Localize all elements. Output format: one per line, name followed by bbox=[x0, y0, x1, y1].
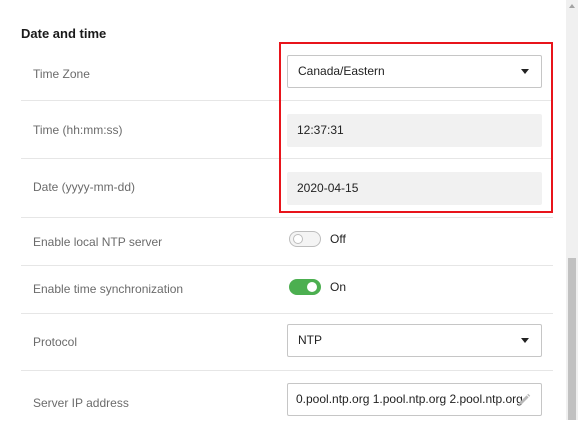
caret-down-icon bbox=[521, 69, 529, 74]
pencil-icon[interactable] bbox=[517, 393, 531, 407]
time-value: 12:37:31 bbox=[297, 123, 344, 137]
toggle-knob bbox=[293, 234, 303, 244]
time-zone-value: Canada/Eastern bbox=[298, 64, 385, 78]
date-value: 2020-04-15 bbox=[297, 181, 359, 195]
row-local-ntp: Enable local NTP server bbox=[21, 217, 553, 266]
scroll-up-arrow-icon[interactable] bbox=[569, 4, 575, 8]
vertical-scrollbar[interactable] bbox=[566, 0, 578, 420]
time-sync-label: Enable time synchronization bbox=[33, 282, 184, 296]
section-title: Date and time bbox=[21, 26, 107, 41]
date-label: Date (yyyy-mm-dd) bbox=[33, 180, 136, 194]
local-ntp-toggle[interactable] bbox=[289, 231, 321, 247]
protocol-select[interactable]: NTP bbox=[287, 324, 542, 357]
time-label: Time (hh:mm:ss) bbox=[33, 123, 123, 137]
local-ntp-state: Off bbox=[330, 232, 346, 246]
scrollbar-thumb[interactable] bbox=[568, 258, 576, 420]
server-ip-label: Server IP address bbox=[33, 396, 129, 410]
time-sync-state: On bbox=[330, 280, 347, 294]
settings-panel: Date and time Time Zone Canada/Eastern T… bbox=[0, 0, 566, 420]
time-zone-select[interactable]: Canada/Eastern bbox=[287, 55, 542, 88]
caret-down-icon bbox=[521, 338, 529, 343]
server-ip-value: 0.pool.ntp.org 1.pool.ntp.org 2.pool.ntp… bbox=[296, 392, 523, 406]
server-ip-input[interactable]: 0.pool.ntp.org 1.pool.ntp.org 2.pool.ntp… bbox=[287, 383, 542, 416]
date-field[interactable]: 2020-04-15 bbox=[287, 172, 542, 205]
protocol-value: NTP bbox=[298, 333, 322, 347]
local-ntp-toggle-group: Off bbox=[289, 231, 346, 247]
local-ntp-label: Enable local NTP server bbox=[33, 235, 163, 249]
time-field[interactable]: 12:37:31 bbox=[287, 114, 542, 147]
time-sync-toggle-group: On bbox=[289, 279, 346, 295]
time-zone-label: Time Zone bbox=[33, 67, 90, 81]
time-sync-toggle[interactable] bbox=[289, 279, 321, 295]
protocol-label: Protocol bbox=[33, 335, 78, 349]
row-time-sync: Enable time synchronization bbox=[21, 265, 553, 314]
toggle-knob bbox=[307, 282, 317, 292]
